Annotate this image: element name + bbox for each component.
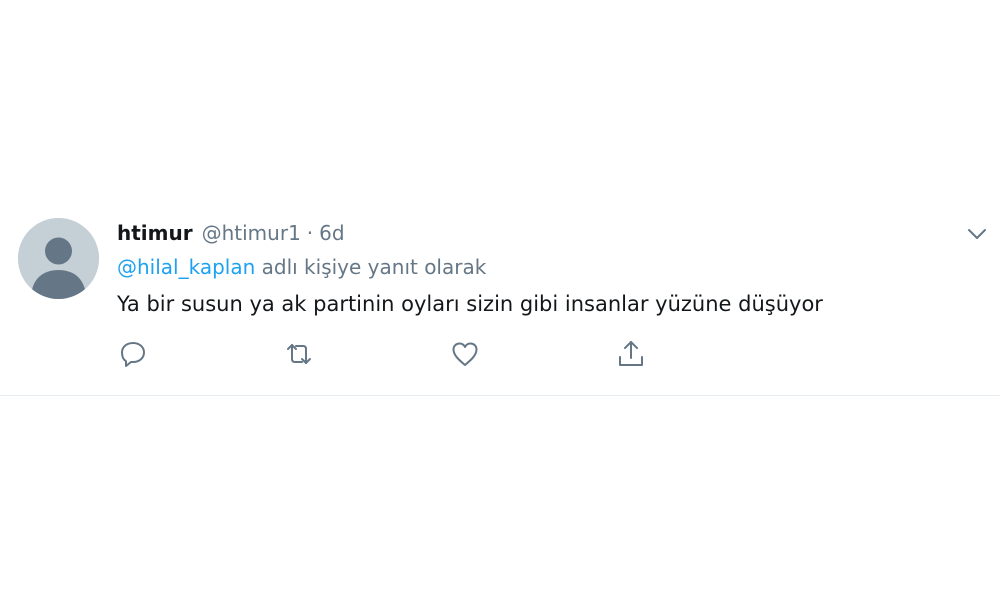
tweet-text: Ya bir susun ya ak partinin oyları sizin… — [117, 292, 823, 316]
separator-dot: · — [306, 221, 314, 245]
reply-suffix: adlı kişiye yanıt olarak — [255, 255, 487, 279]
default-avatar-icon — [18, 218, 99, 299]
share-icon — [619, 341, 643, 366]
retweet-button[interactable] — [283, 338, 315, 370]
timestamp[interactable]: 6d — [319, 221, 344, 245]
tweet-actions — [117, 338, 677, 370]
heart-icon — [452, 342, 478, 366]
reply-mention-link[interactable]: @hilal_kaplan — [117, 255, 255, 279]
chevron-down-icon — [968, 229, 986, 239]
user-handle[interactable]: @htimur1 — [202, 221, 301, 245]
like-button[interactable] — [449, 338, 481, 370]
avatar[interactable] — [18, 218, 99, 299]
share-button[interactable] — [615, 338, 647, 370]
reply-icon — [121, 342, 145, 367]
page: htimur @htimur1 · 6d @hilal_kaplan adlı … — [0, 0, 1000, 600]
retweet-icon — [287, 344, 311, 364]
reply-context: @hilal_kaplan adlı kişiye yanıt olarak — [117, 255, 486, 283]
tweet-divider — [0, 395, 1000, 396]
tweet[interactable]: htimur @htimur1 · 6d @hilal_kaplan adlı … — [0, 200, 1000, 396]
tweet-header: htimur @htimur1 · 6d — [117, 219, 345, 247]
reply-button[interactable] — [117, 338, 149, 370]
display-name[interactable]: htimur — [117, 221, 193, 245]
more-options-button[interactable] — [966, 224, 988, 244]
